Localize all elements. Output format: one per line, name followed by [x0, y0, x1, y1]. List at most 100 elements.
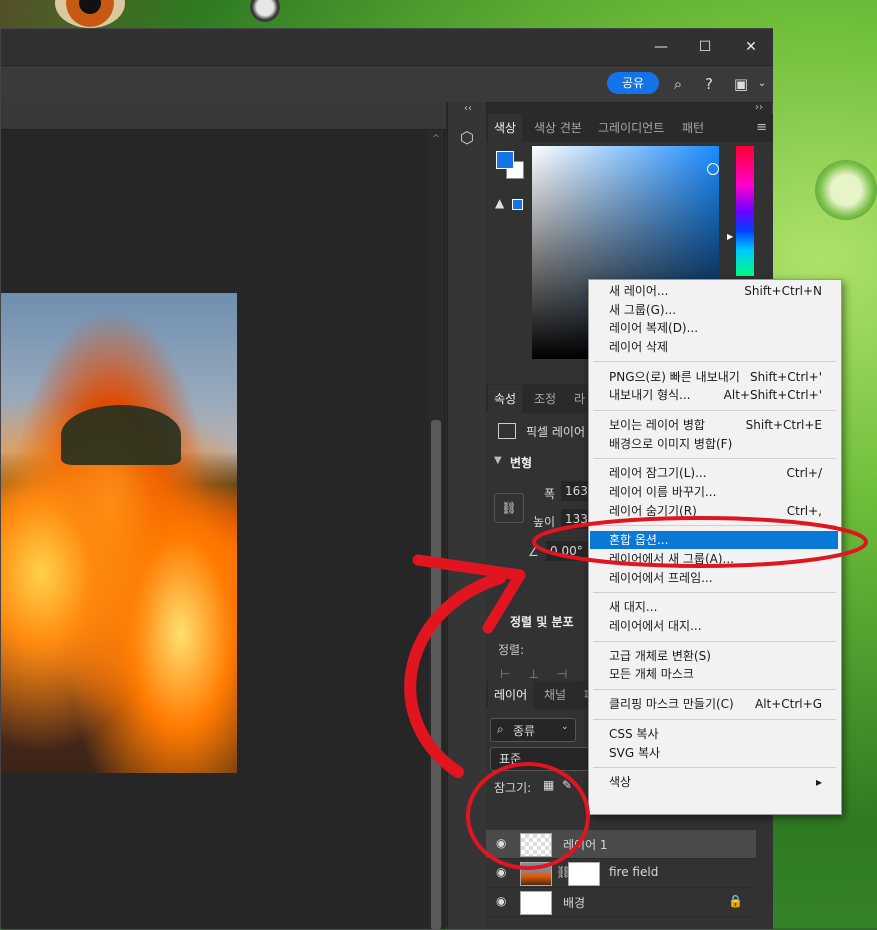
layer-row-layer1[interactable]: ◉ 레이어 1 — [486, 830, 756, 859]
layer-filter-dropdown[interactable]: ⌕ 종류 ⌄ — [490, 718, 576, 742]
menu-item-label: 모든 개체 마스크 — [609, 667, 694, 682]
title-bar: — ☐ ✕ — [1, 29, 773, 65]
link-icon[interactable]: ⛓ — [494, 493, 524, 523]
scrollbar-thumb[interactable] — [431, 420, 441, 930]
help-icon[interactable]: ? — [699, 74, 719, 94]
visibility-eye-icon[interactable]: ◉ — [496, 894, 506, 908]
align-section-title: 정렬 및 분포 — [510, 615, 574, 629]
layer-name[interactable]: 레이어 1 — [563, 836, 608, 853]
context-menu-item[interactable]: 색상 ▸ — [590, 773, 838, 791]
wallpaper-parrot-eye — [815, 160, 877, 220]
minimize-button[interactable]: — — [649, 35, 673, 59]
menu-item-label: 레이어에서 새 그룹(A)... — [609, 552, 734, 566]
chevron-down-icon[interactable]: ▼ — [494, 455, 502, 466]
search-icon[interactable]: ⌕ — [668, 74, 688, 94]
collapse-right-icon[interactable]: ›› — [755, 102, 763, 113]
context-menu-item[interactable]: 레이어 잠그기(L)... Ctrl+/ — [590, 464, 838, 482]
lock-transparent-icon[interactable]: ▦ — [543, 778, 554, 792]
context-menu-item[interactable]: 모든 개체 마스크 — [590, 665, 838, 683]
collapse-left-icon[interactable]: ‹‹ — [464, 103, 472, 114]
gamut-swatch[interactable] — [512, 199, 523, 210]
tab-gradients[interactable]: 그레이디언트 — [592, 114, 670, 142]
vertical-scrollbar[interactable]: ^ — [429, 130, 443, 930]
warning-icon[interactable]: ▲ — [495, 196, 504, 210]
context-menu-item[interactable]: CSS 복사 — [590, 725, 838, 743]
layer-filter-label: 종류 — [513, 724, 536, 738]
layer-thumbnail — [520, 862, 552, 886]
blend-mode-dropdown[interactable]: 표준 — [490, 747, 596, 771]
color-picker-handle[interactable] — [707, 163, 719, 175]
canvas-area[interactable]: ^ — [1, 102, 446, 930]
tab-swatches[interactable]: 색상 견본 — [528, 114, 588, 142]
tab-layers[interactable]: 레이어 — [488, 681, 534, 709]
3d-cube-icon[interactable]: ⬡ — [457, 128, 477, 148]
color-tabs: 색상 색상 견본 그레이디언트 패턴 ≡ — [486, 114, 773, 142]
context-menu-item[interactable]: 레이어에서 프레임... — [590, 569, 838, 587]
search-icon: ⌕ — [497, 722, 504, 736]
menu-item-label: 레이어 이름 바꾸기... — [609, 485, 717, 499]
context-menu-item[interactable]: 레이어에서 새 그룹(A)... — [590, 550, 838, 568]
workspace-icon[interactable]: ▣ — [731, 74, 751, 94]
layer-row-fire-field[interactable]: ◉ ⛓ fire field — [486, 859, 756, 888]
context-menu-item[interactable]: 레이어 숨기기(R) Ctrl+, — [590, 502, 838, 520]
context-menu-item[interactable]: 클리핑 마스크 만들기(C) Alt+Ctrl+G — [590, 695, 838, 713]
context-menu-item[interactable]: 혼합 옵션... — [590, 531, 838, 550]
menu-separator — [593, 361, 836, 363]
angle-icon: ∠ — [528, 545, 539, 559]
image-trees — [61, 405, 181, 465]
tab-color[interactable]: 색상 — [488, 114, 523, 142]
maximize-button[interactable]: ☐ — [693, 35, 717, 59]
tab-channels[interactable]: 채널 — [538, 681, 572, 709]
width-label: 폭 — [544, 487, 556, 501]
layer-name[interactable]: 배경 — [563, 894, 585, 911]
layer-type-label: 픽셀 레이어 — [526, 425, 586, 439]
align-buttons[interactable]: ⊢⊥⊣ — [500, 667, 585, 681]
lock-icon: 🔒 — [728, 894, 743, 908]
chevron-down-icon[interactable]: ⌄ — [752, 74, 772, 94]
menu-item-label: 레이어 잠그기(L)... — [609, 466, 707, 481]
context-menu-item[interactable]: 레이어 삭제 — [590, 338, 838, 356]
menu-separator — [593, 718, 836, 720]
layer-row-background[interactable]: ◉ 배경 🔒 — [486, 888, 756, 917]
close-button[interactable]: ✕ — [739, 35, 763, 59]
lock-brush-icon[interactable]: ✎ — [562, 778, 572, 792]
menu-item-shortcut: Ctrl+, — [786, 503, 822, 518]
hue-slider[interactable] — [736, 146, 754, 276]
layer-mask-thumbnail[interactable] — [568, 862, 600, 886]
panel-menu-icon[interactable]: ≡ — [756, 120, 767, 135]
menu-item-label: 색상 — [609, 775, 632, 790]
context-menu-item[interactable]: SVG 복사 — [590, 744, 838, 762]
visibility-eye-icon[interactable]: ◉ — [496, 865, 506, 879]
context-menu-item[interactable]: 새 대지... — [590, 598, 838, 616]
context-menu-item[interactable]: 레이어 복제(D)... — [590, 319, 838, 337]
menu-item-label: 새 대지... — [609, 600, 658, 615]
transform-section-title: 변형 — [510, 456, 533, 470]
share-button[interactable]: 공유 — [607, 72, 659, 94]
menu-item-label: 클리핑 마스크 만들기(C) — [609, 697, 734, 712]
hue-slider-handle[interactable]: ▶ — [727, 232, 733, 241]
tab-properties[interactable]: 속성 — [488, 385, 523, 413]
menu-item-label: 레이어 복제(D)... — [609, 321, 699, 336]
menu-item-shortcut: ▸ — [815, 775, 822, 790]
tab-adjustments[interactable]: 조정 — [528, 385, 562, 413]
menu-separator — [593, 409, 836, 411]
context-menu-item[interactable]: 보이는 레이어 병합 Shift+Ctrl+E — [590, 416, 838, 434]
menu-separator — [593, 689, 836, 690]
foreground-color-swatch[interactable] — [496, 151, 514, 169]
context-menu-item[interactable]: 레이어에서 대지... — [590, 617, 838, 635]
scroll-up-icon[interactable]: ^ — [429, 134, 443, 144]
panel-dock-strip: ‹‹ ⬡ — [447, 102, 487, 929]
context-menu-item[interactable]: 레이어 이름 바꾸기... — [590, 483, 838, 501]
context-menu-item[interactable]: 새 그룹(G)... — [590, 301, 838, 319]
layer-name[interactable]: fire field — [609, 865, 658, 879]
context-menu-item[interactable]: 내보내기 형식... Alt+Shift+Ctrl+' — [590, 386, 838, 404]
canvas-image-fire-field[interactable] — [1, 293, 237, 773]
context-menu-item[interactable]: PNG으(로) 빠른 내보내기 Shift+Ctrl+' — [590, 368, 838, 386]
pixel-layer-icon — [498, 423, 516, 439]
context-menu-item[interactable]: 고급 개체로 변환(S) — [590, 647, 838, 665]
tab-patterns[interactable]: 패턴 — [676, 114, 710, 142]
menu-item-label: 새 그룹(G)... — [609, 302, 677, 317]
context-menu-item[interactable]: 새 레이어... Shift+Ctrl+N — [590, 282, 838, 300]
context-menu-item[interactable]: 배경으로 이미지 병합(F) — [590, 435, 838, 453]
visibility-eye-icon[interactable]: ◉ — [496, 836, 506, 850]
